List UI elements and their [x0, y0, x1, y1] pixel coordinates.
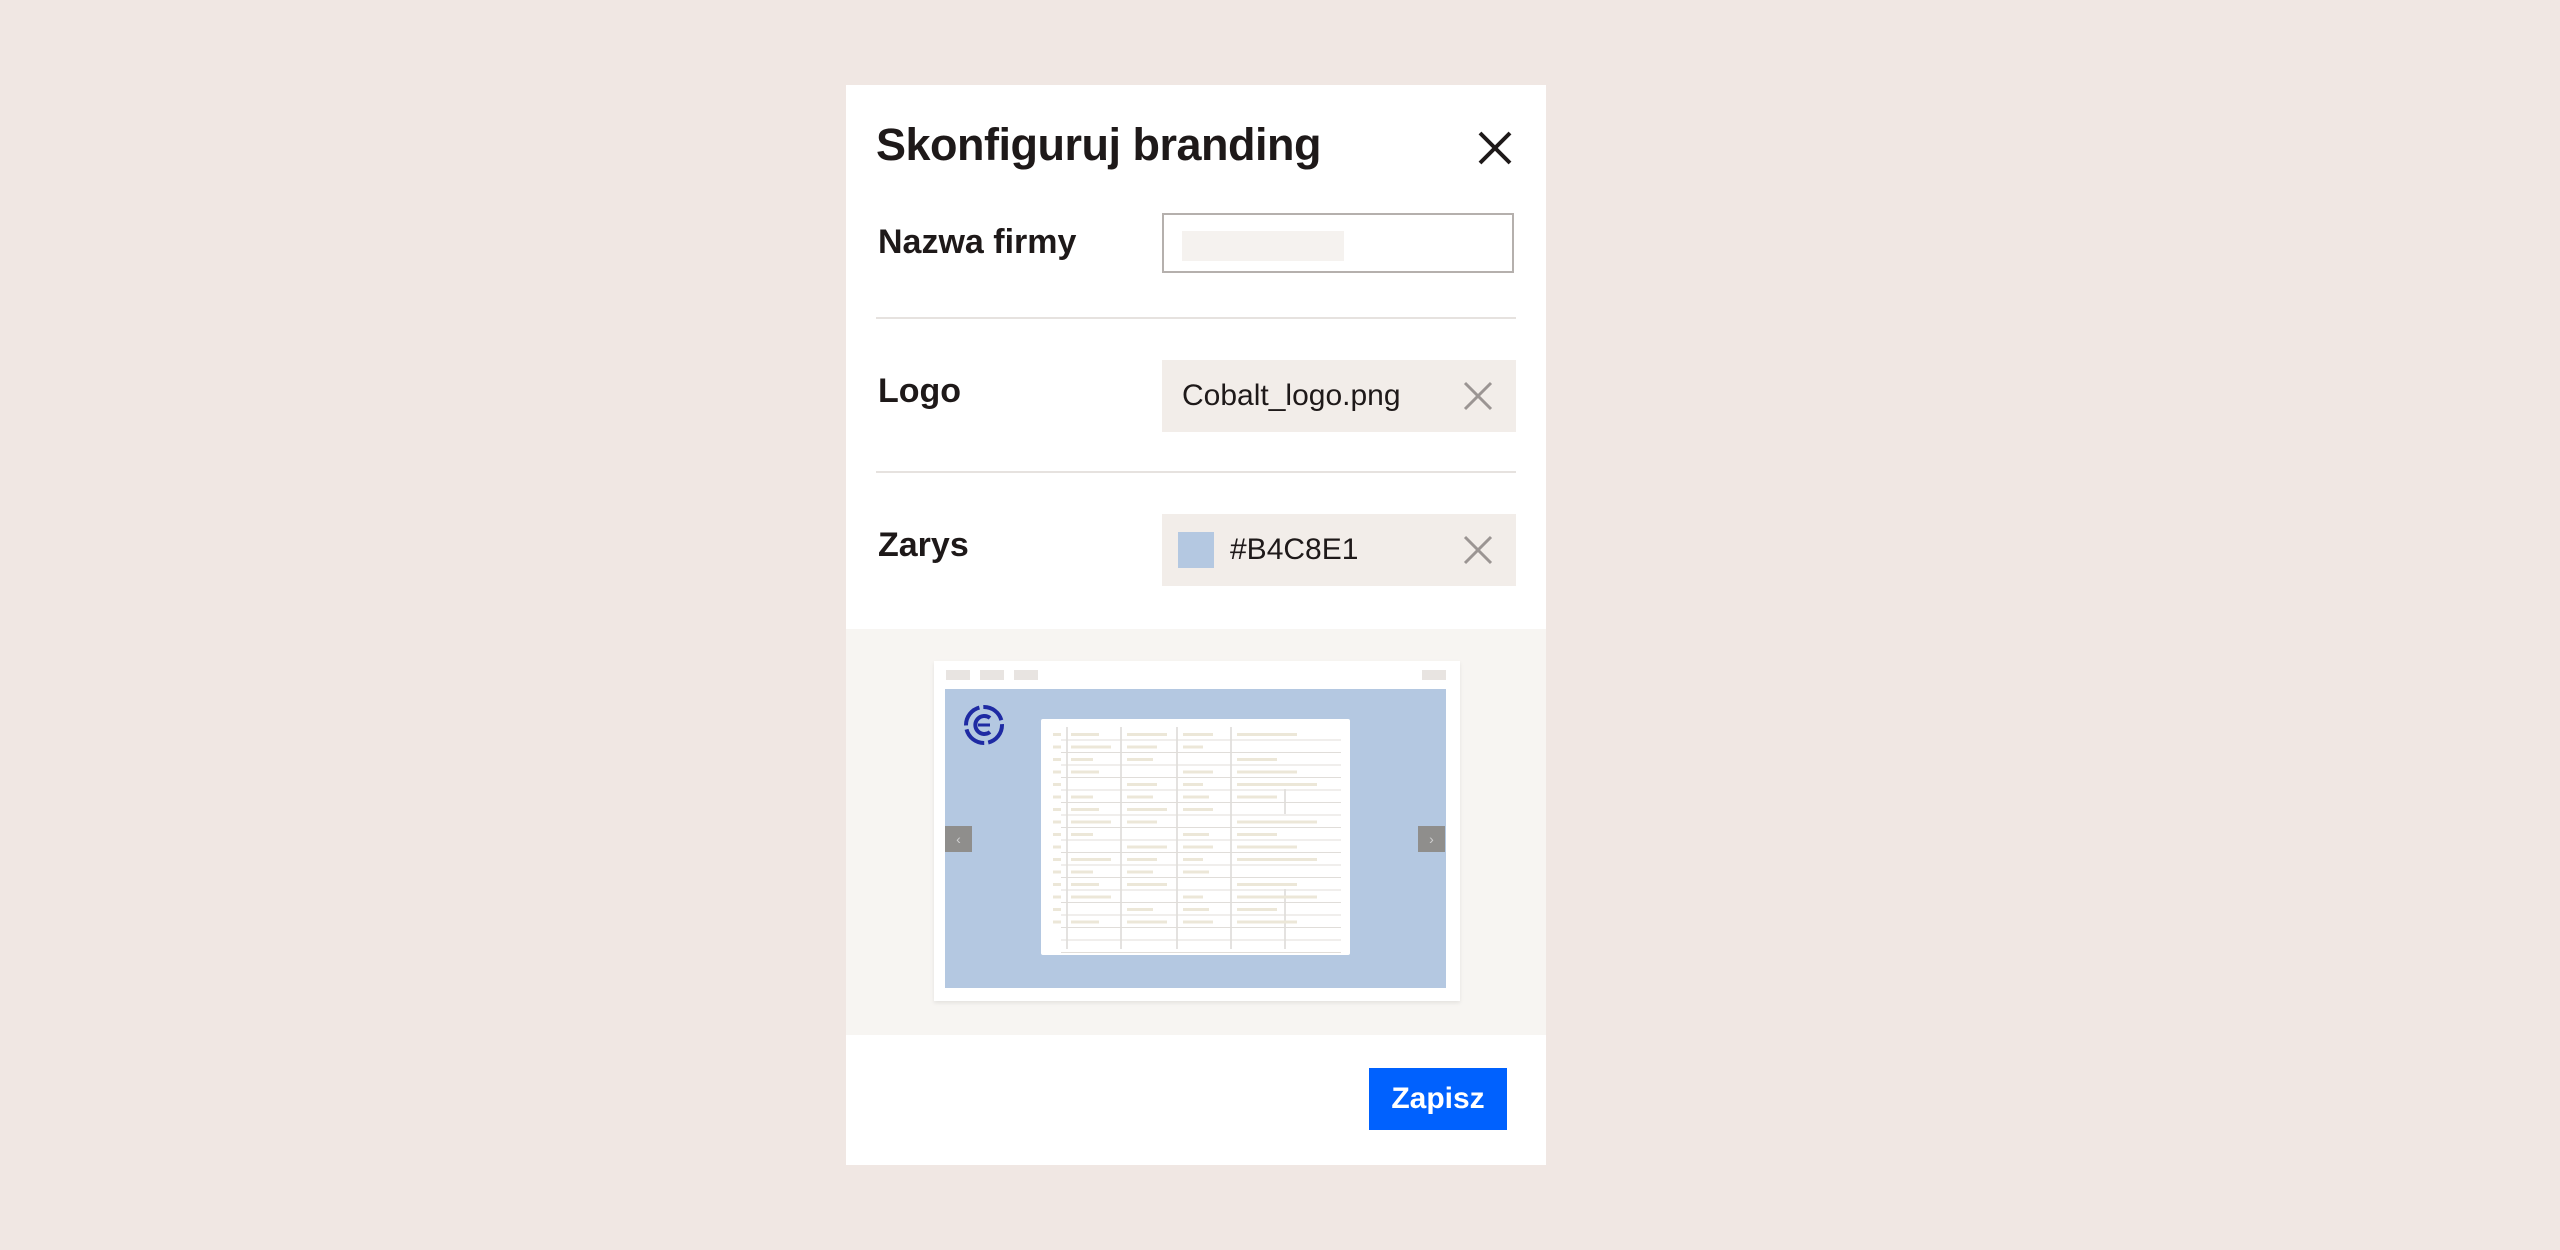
dialog-title: Skonfiguruj branding [876, 119, 1321, 170]
divider [876, 471, 1516, 473]
remove-logo-button[interactable] [1460, 378, 1496, 414]
color-swatch[interactable] [1178, 532, 1214, 568]
outline-color-chip[interactable]: #B4C8E1 [1162, 514, 1516, 586]
preview-toolbar-item [1422, 670, 1446, 680]
branding-preview-area: ‹ › [846, 629, 1546, 1035]
company-name-input[interactable] [1162, 213, 1514, 273]
outline-color-value: #B4C8E1 [1230, 533, 1359, 566]
preview-toolbar-item [980, 670, 1004, 680]
preview-toolbar-item [946, 670, 970, 680]
close-button[interactable] [1470, 123, 1520, 173]
chevron-right-icon: › [1429, 831, 1434, 847]
chevron-left-icon: ‹ [956, 831, 961, 847]
logo-file-chip[interactable]: Cobalt_logo.png [1162, 360, 1516, 432]
close-icon [1478, 131, 1512, 165]
outline-label: Zarys [878, 526, 969, 564]
close-icon [1463, 535, 1493, 565]
document-table-graphic [1053, 727, 1341, 953]
logo-label: Logo [878, 372, 962, 410]
preview-toolbar-item [1014, 670, 1038, 680]
save-button[interactable]: Zapisz [1369, 1068, 1507, 1130]
input-placeholder-bar [1182, 231, 1344, 261]
preview-prev-button[interactable]: ‹ [945, 826, 972, 852]
logo-file-name: Cobalt_logo.png [1182, 379, 1401, 412]
cobalt-logo-icon [964, 705, 1004, 745]
close-icon [1463, 381, 1493, 411]
divider [876, 317, 1516, 319]
brand-color-canvas: ‹ › [945, 689, 1446, 988]
preview-next-button[interactable]: › [1418, 826, 1445, 852]
company-name-label: Nazwa firmy [878, 223, 1077, 261]
remove-color-button[interactable] [1460, 532, 1496, 568]
preview-card: ‹ › [934, 661, 1460, 1001]
document-preview [1041, 719, 1350, 955]
branding-dialog: Skonfiguruj branding Nazwa firmy Logo Co… [846, 85, 1546, 1165]
